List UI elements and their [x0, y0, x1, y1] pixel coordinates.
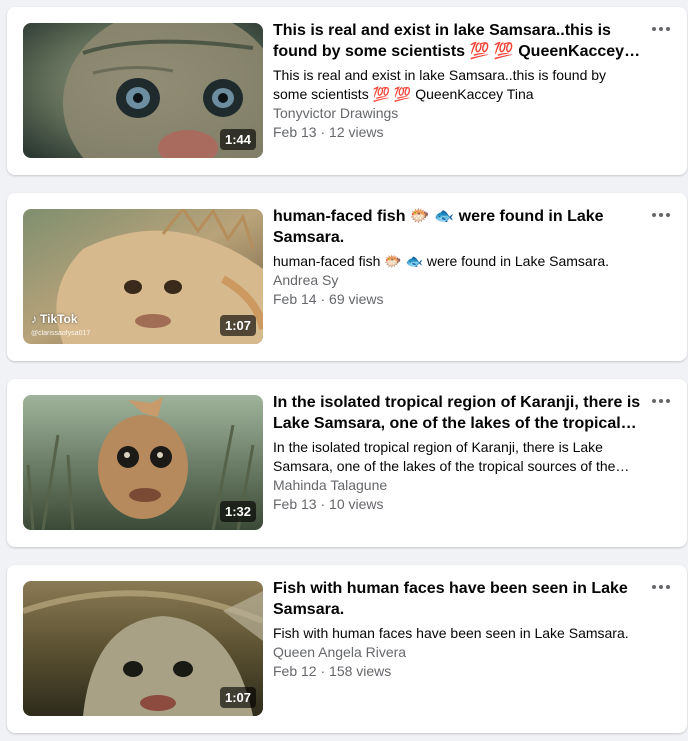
video-title[interactable]: human-faced fish 🐡 🐟 were found in Lake … — [273, 206, 643, 248]
more-horizontal-icon[interactable] — [651, 19, 671, 39]
watermark-label: TikTok — [40, 312, 78, 326]
video-thumbnail[interactable]: 1:07 — [23, 581, 263, 716]
video-thumbnail[interactable]: ♪ TikTok @clarissaofysa017 1:07 — [23, 209, 263, 344]
video-thumbnail[interactable]: 1:32 — [23, 395, 263, 530]
video-description: This is real and exist in lake Samsara..… — [273, 67, 607, 102]
video-author[interactable]: Andrea Sy — [273, 271, 643, 290]
video-duration: 1:32 — [219, 501, 256, 522]
video-title[interactable]: Fish with human faces have been seen in … — [273, 578, 643, 620]
video-author[interactable]: Queen Angela Rivera — [273, 643, 643, 662]
video-title[interactable]: This is real and exist in lake Samsara..… — [273, 20, 643, 62]
video-results-list: 1:44 This is real and exist in lake Sams… — [0, 0, 688, 741]
video-thumbnail[interactable]: 1:44 — [23, 23, 263, 158]
tiktok-logo-icon: ♪ TikTok — [31, 312, 78, 326]
video-info: This is real and exist in lake Samsara..… — [273, 20, 643, 142]
more-horizontal-icon[interactable] — [651, 205, 671, 225]
video-info: Fish with human faces have been seen in … — [273, 578, 643, 681]
video-duration: 1:07 — [219, 315, 256, 336]
video-card[interactable]: 1:32 In the isolated tropical region of … — [7, 379, 687, 547]
video-meta: Feb 14 · 69 views — [273, 291, 384, 307]
video-description: In the isolated tropical region of Karan… — [273, 439, 616, 474]
video-card[interactable]: ♪ TikTok @clarissaofysa017 1:07 human-fac… — [7, 193, 687, 361]
video-title[interactable]: In the isolated tropical region of Karan… — [273, 392, 643, 434]
video-card[interactable]: 1:44 This is real and exist in lake Sams… — [7, 7, 687, 175]
video-author[interactable]: Tonyvictor Drawings — [273, 104, 643, 123]
video-meta: Feb 12 · 158 views — [273, 663, 392, 679]
video-description: human-faced fish 🐡 🐟 were found in Lake … — [273, 253, 610, 269]
more-horizontal-icon[interactable] — [651, 391, 671, 411]
video-info: human-faced fish 🐡 🐟 were found in Lake … — [273, 206, 643, 309]
more-horizontal-icon[interactable] — [651, 577, 671, 597]
video-duration: 1:44 — [219, 129, 256, 150]
video-duration: 1:07 — [219, 687, 256, 708]
video-meta: Feb 13 · 12 views — [273, 124, 384, 140]
watermark-handle: @clarissaofysa017 — [31, 330, 91, 337]
video-author[interactable]: Mahinda Talagune — [273, 476, 643, 495]
video-card[interactable]: 1:07 Fish with human faces have been see… — [7, 565, 687, 733]
video-info: In the isolated tropical region of Karan… — [273, 392, 643, 514]
video-description: Fish with human faces have been seen in … — [273, 625, 629, 641]
video-meta: Feb 13 · 10 views — [273, 496, 384, 512]
